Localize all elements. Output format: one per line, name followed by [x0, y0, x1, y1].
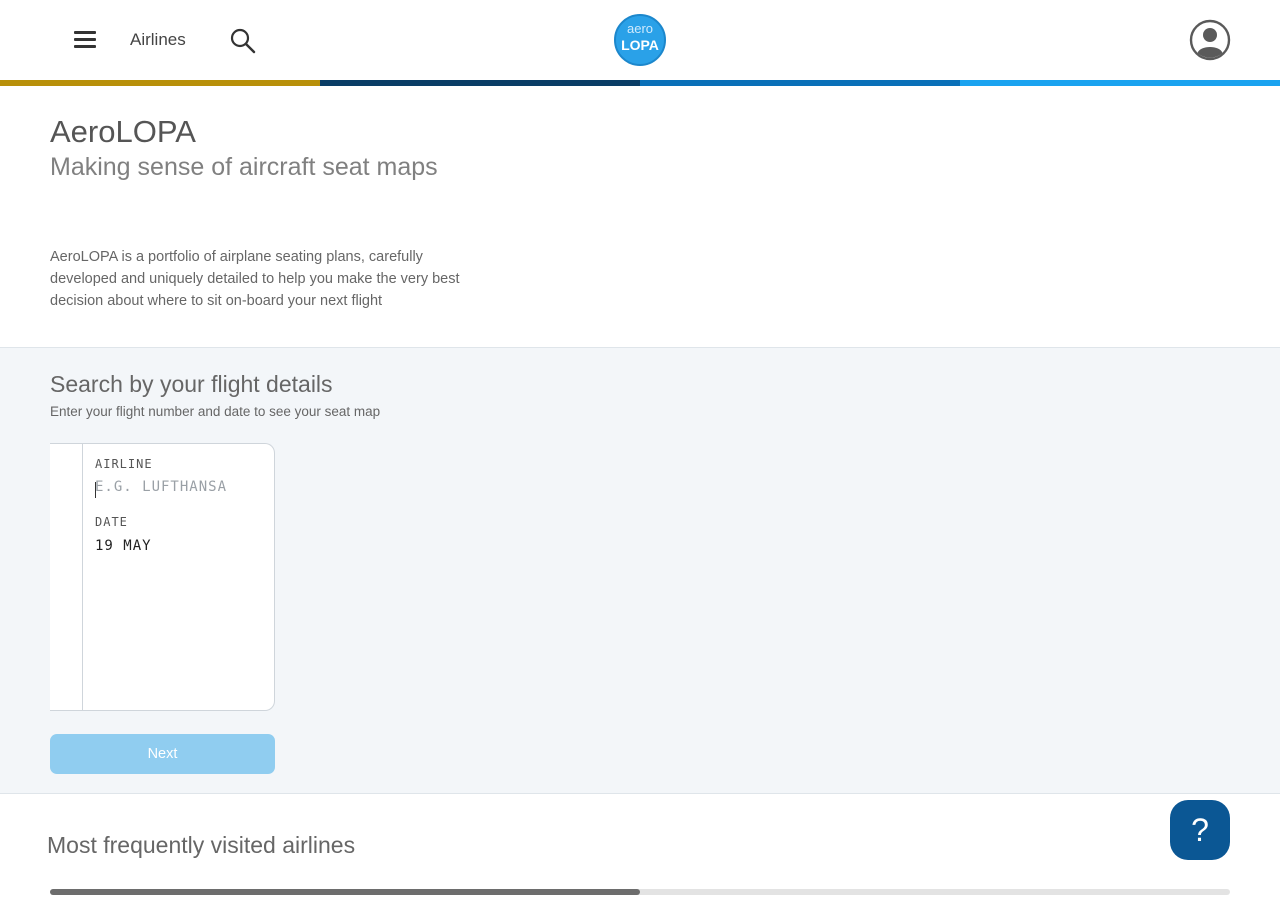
date-field[interactable]: 19 MAY: [95, 538, 265, 554]
carousel-scroll-thumb[interactable]: [50, 889, 640, 895]
user-avatar-icon[interactable]: [1189, 19, 1231, 61]
aerolopa-logo[interactable]: aero LOPA: [614, 14, 666, 66]
help-question-button[interactable]: ?: [1170, 800, 1230, 860]
menu-line: [74, 31, 96, 34]
text-cursor: [95, 482, 96, 498]
header-stripe-segment: [960, 80, 1280, 86]
next-button[interactable]: Next: [50, 734, 275, 774]
search-section-title: Search by your flight details: [50, 371, 333, 397]
header-stripe-segment: [640, 80, 960, 86]
header-stripe-segment: [320, 80, 640, 86]
ticket-stub-divider: [82, 444, 83, 710]
carousel-scrollbar[interactable]: [50, 889, 1230, 895]
flight-search-section: Search by your flight details Enter your…: [0, 347, 1280, 794]
menu-line: [74, 45, 96, 48]
date-field-label: DATE: [95, 515, 128, 529]
search-icon[interactable]: [229, 27, 257, 55]
airline-input[interactable]: [95, 479, 265, 495]
boarding-pass-form: AIRLINE DATE 19 MAY: [50, 443, 275, 711]
logo-text-bottom: LOPA: [621, 37, 659, 53]
menu-line: [74, 38, 96, 41]
frequent-airlines-title: Most frequently visited airlines: [47, 832, 356, 858]
page-subtitle: Making sense of aircraft seat maps: [50, 153, 438, 181]
header-stripe-segment: [0, 80, 320, 86]
intro-paragraph: AeroLOPA is a portfolio of airplane seat…: [50, 249, 460, 309]
top-navigation-bar: Airlines aero LOPA: [0, 0, 1280, 80]
page-title: AeroLOPA: [50, 114, 196, 149]
search-section-hint: Enter your flight number and date to see…: [50, 404, 381, 419]
airline-field-label: AIRLINE: [95, 457, 153, 471]
hamburger-menu-icon[interactable]: [72, 28, 98, 52]
nav-airlines-link[interactable]: Airlines: [130, 30, 186, 50]
logo-text-top: aero: [626, 21, 654, 36]
